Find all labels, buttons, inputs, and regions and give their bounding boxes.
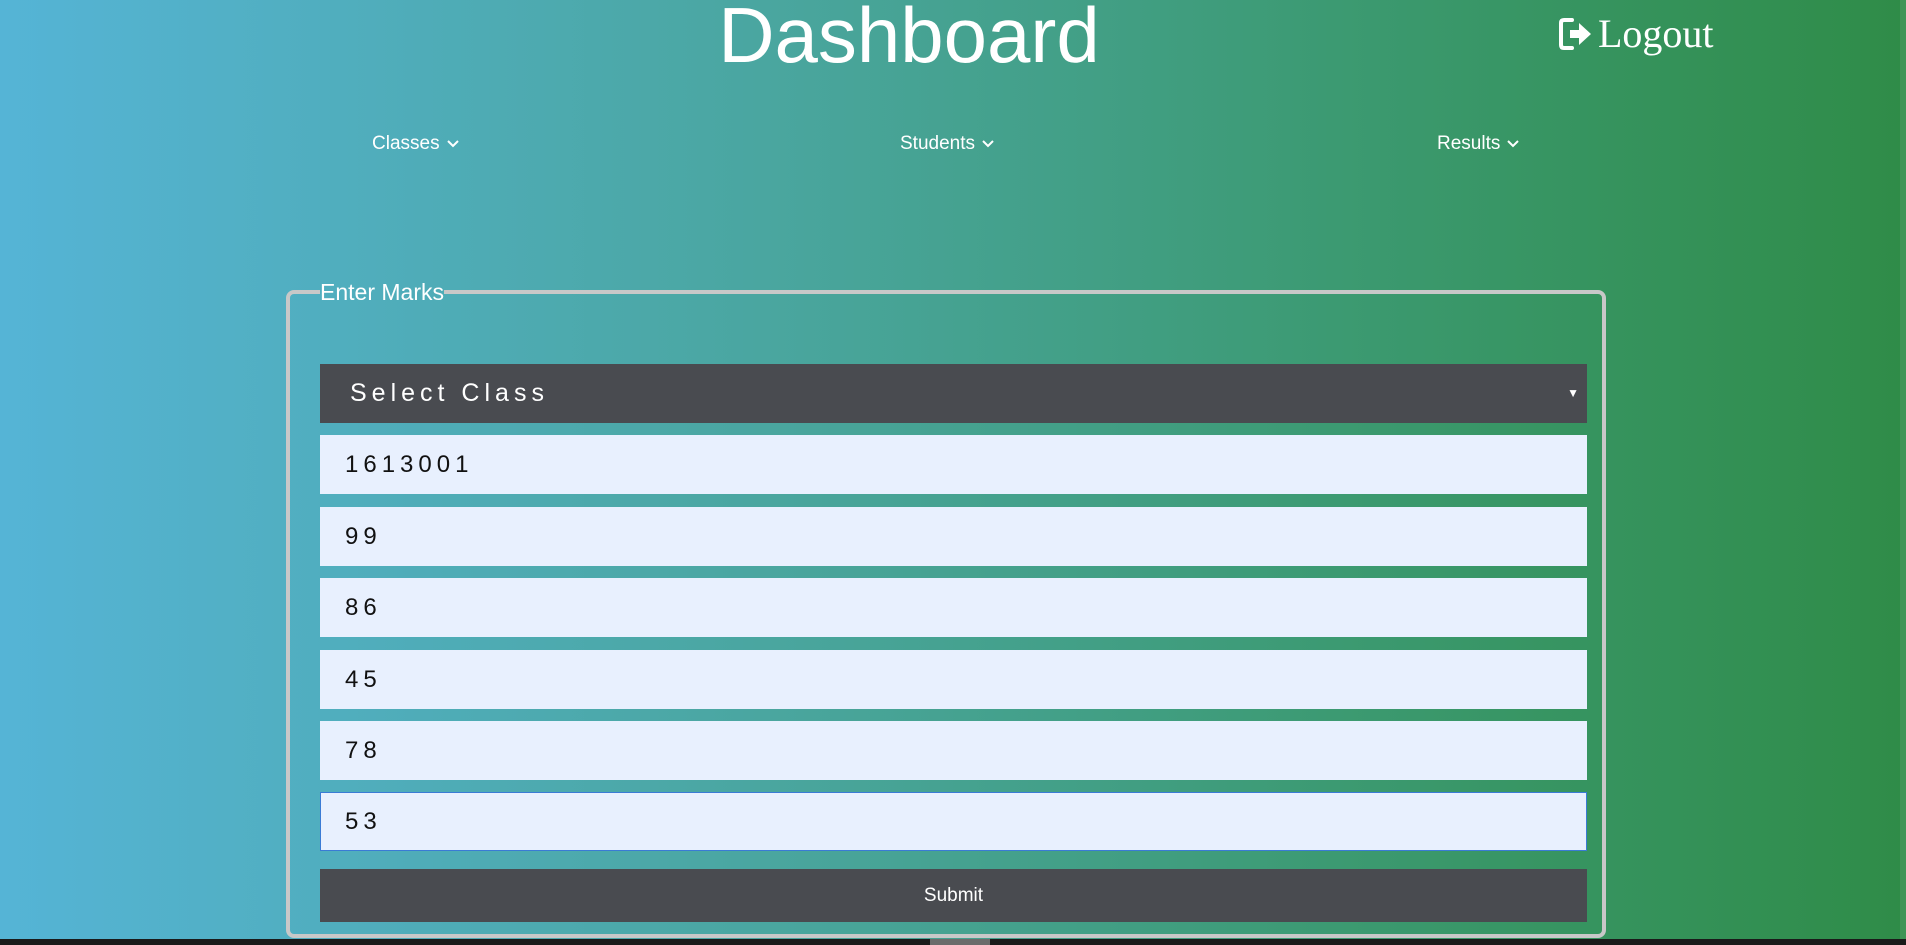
marks-value-1: 99 — [345, 522, 382, 550]
sign-out-icon — [1558, 17, 1594, 51]
nav-results-dropdown[interactable]: Results — [1437, 133, 1520, 155]
marks-value-3: 45 — [345, 665, 382, 693]
marks-input-3[interactable]: 45 — [320, 650, 1587, 709]
marks-input-2[interactable]: 86 — [320, 578, 1587, 637]
nav-students-label: Students — [900, 133, 975, 154]
logout-label: Logout — [1598, 11, 1714, 56]
roll-number-value: 1613001 — [345, 450, 474, 478]
class-select-value: Select Class — [350, 379, 549, 407]
caret-down-icon: ▼ — [1567, 386, 1579, 400]
marks-input-4[interactable]: 78 — [320, 721, 1587, 780]
form-legend: Enter Marks — [320, 279, 444, 305]
chevron-down-icon — [1506, 139, 1520, 149]
submit-button[interactable]: Submit — [320, 869, 1587, 922]
nav-students-dropdown[interactable]: Students — [900, 133, 995, 155]
nav-results-label: Results — [1437, 133, 1501, 154]
marks-input-1[interactable]: 99 — [320, 507, 1587, 566]
class-select[interactable]: Select Class ▼ — [320, 364, 1587, 423]
marks-value-2: 86 — [345, 593, 382, 621]
chevron-down-icon — [981, 139, 995, 149]
marks-value-4: 78 — [345, 736, 382, 764]
roll-number-input[interactable]: 1613001 — [320, 435, 1587, 494]
marks-input-5[interactable]: 53 — [320, 792, 1587, 851]
chevron-down-icon — [446, 139, 460, 149]
enter-marks-form: Enter Marks Select Class ▼ 1613001 99 86… — [286, 280, 1606, 938]
vertical-scrollbar[interactable] — [1900, 0, 1906, 939]
page-title: Dashboard — [718, 0, 1100, 79]
marks-value-5: 53 — [345, 807, 382, 835]
nav-classes-label: Classes — [372, 133, 440, 154]
logout-link[interactable]: Logout — [1558, 12, 1714, 56]
scrollbar-thumb[interactable] — [930, 939, 990, 945]
main-nav: Classes Students Results — [0, 128, 1906, 162]
nav-classes-dropdown[interactable]: Classes — [372, 133, 460, 155]
